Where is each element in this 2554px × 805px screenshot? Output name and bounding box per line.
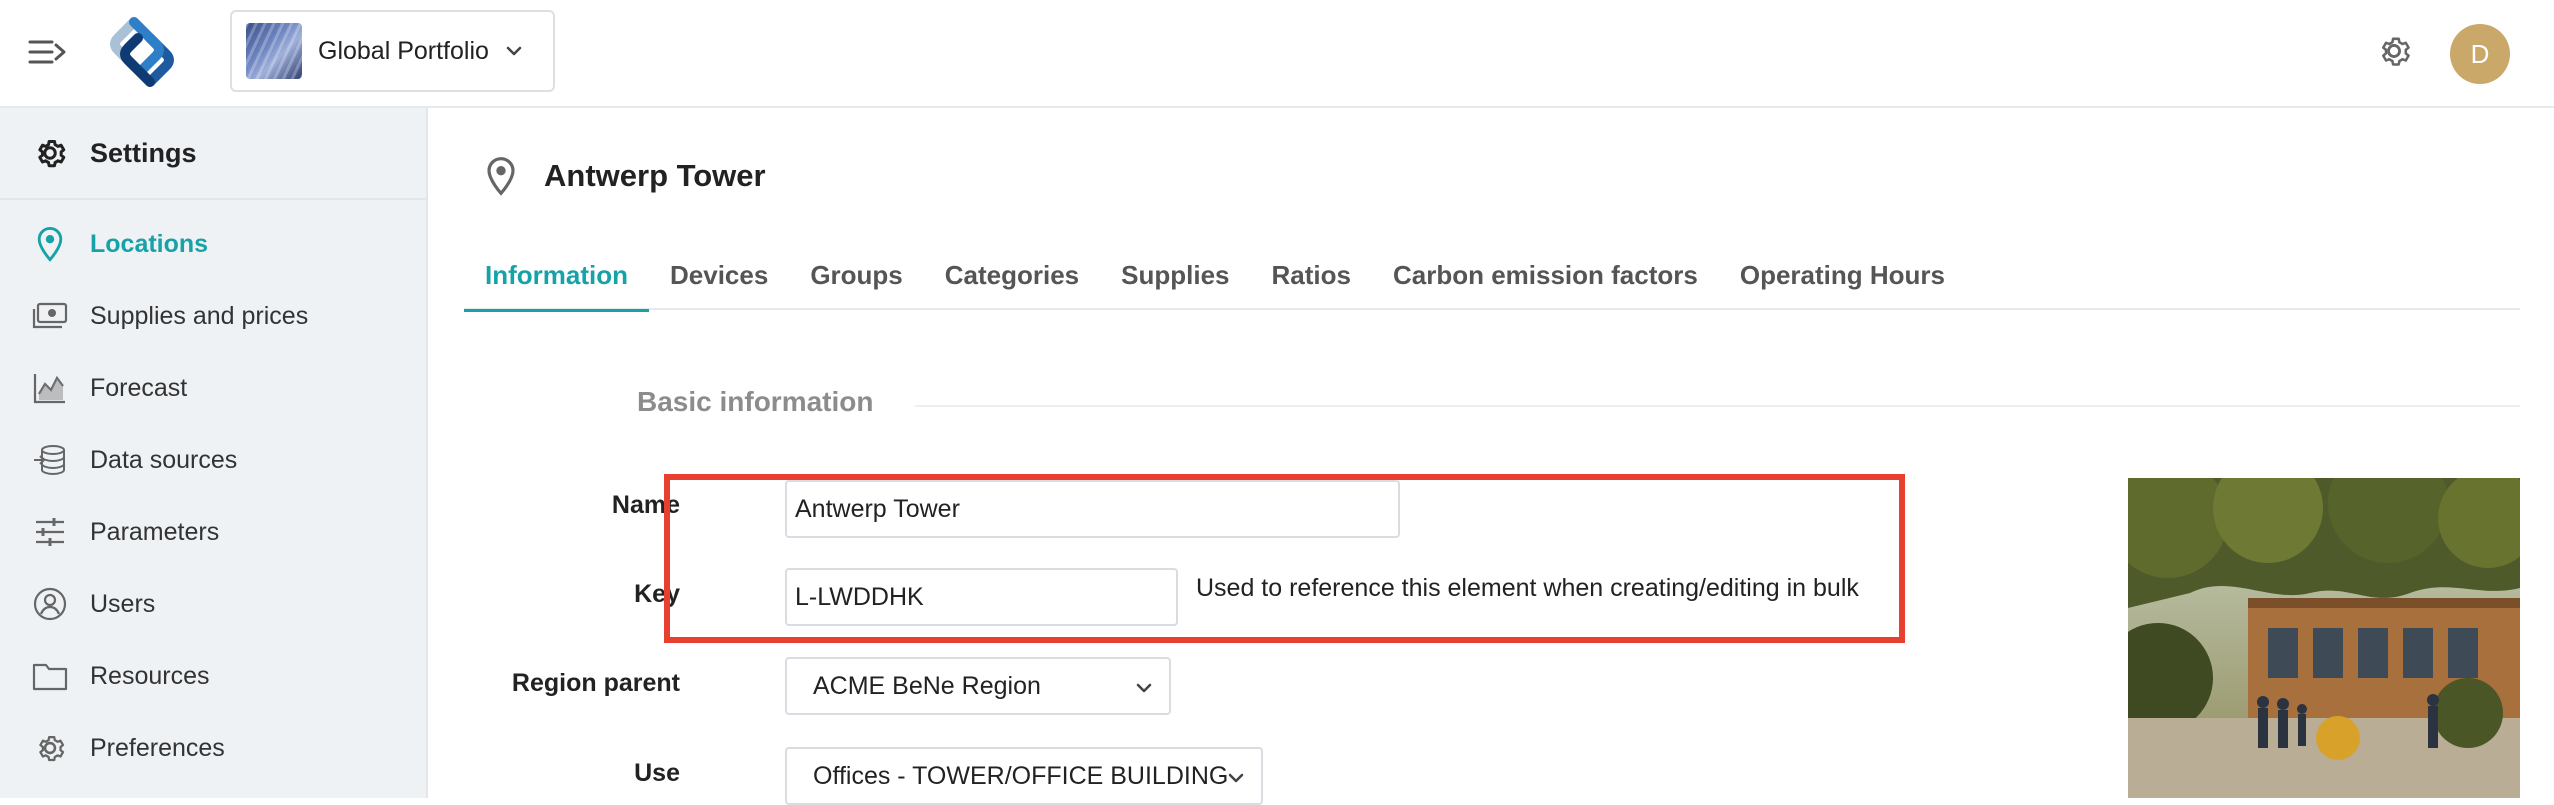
chart-icon [32,370,68,406]
sidebar-item-label: Data sources [90,445,238,474]
tab-ratios[interactable]: Ratios [1251,240,1372,310]
sidebar-item-resources[interactable]: Resources [0,640,426,712]
tab-groups[interactable]: Groups [789,240,923,310]
sidebar-item-label: Locations [90,229,209,258]
portfolio-name: Global Portfolio [318,36,489,65]
sidebar-item-label: Preferences [90,733,225,762]
sidebar-item-parameters[interactable]: Parameters [0,496,426,568]
highlight-annotation-box [664,474,1905,643]
database-icon [32,442,68,478]
sidebar: Settings Locations Supplies and prices F… [0,108,428,798]
sidebar-item-label: Resources [90,661,210,690]
gear-icon [38,139,66,168]
sidebar-item-locations[interactable]: Locations [0,208,426,280]
tab-carbon-emission-factors[interactable]: Carbon emission factors [1372,240,1719,310]
location-header: Antwerp Tower [484,156,766,196]
page-title: Antwerp Tower [544,158,766,193]
portfolio-thumbnail [246,23,302,79]
sidebar-item-label: Supplies and prices [90,301,309,330]
location-photo [2128,478,2520,798]
chevron-down-icon [1228,773,1244,783]
user-icon [32,586,68,622]
sidebar-item-users[interactable]: Users [0,568,426,640]
use-select[interactable]: Offices - TOWER/OFFICE BUILDING [785,747,1263,805]
sidebar-item-label: Forecast [90,373,188,402]
region-parent-label: Region parent [511,669,680,697]
name-label: Name [611,491,680,519]
chevron-down-icon [1136,683,1152,693]
sliders-icon [32,514,68,550]
map-pin-icon [32,226,68,262]
key-label: Key [634,580,680,608]
tab-devices[interactable]: Devices [649,240,789,310]
tab-operating-hours[interactable]: Operating Hours [1719,240,1966,310]
chevron-down-icon [506,46,522,56]
top-bar: Global Portfolio D [0,0,2554,108]
map-pin-icon [487,157,515,196]
tab-information[interactable]: Information [464,240,649,312]
sidebar-item-label: Parameters [90,517,220,546]
gear-icon [32,730,68,766]
sidebar-item-label: Users [90,589,156,618]
section-divider [915,405,2520,407]
sidebar-item-supplies[interactable]: Supplies and prices [0,280,426,352]
region-parent-select[interactable]: ACME BeNe Region [785,657,1171,715]
app-logo[interactable] [104,14,180,90]
tab-categories[interactable]: Categories [924,240,1100,310]
section-title: Basic information [637,386,874,417]
use-label: Use [634,759,680,787]
user-avatar[interactable]: D [2450,24,2510,84]
folder-icon [32,658,68,694]
use-value: Offices - TOWER/OFFICE BUILDING [813,761,1229,790]
settings-gear-icon[interactable] [2375,32,2413,70]
money-icon [32,298,68,334]
sidebar-item-forecast[interactable]: Forecast [0,352,426,424]
sidebar-item-data-sources[interactable]: Data sources [0,424,426,496]
tab-bar: Information Devices Groups Categories Su… [464,240,2520,312]
main-content: Antwerp Tower Information Devices Groups… [430,108,2554,805]
menu-toggle-icon[interactable] [28,34,68,70]
region-parent-value: ACME BeNe Region [813,671,1041,700]
portfolio-selector[interactable]: Global Portfolio [230,10,555,92]
sidebar-item-preferences[interactable]: Preferences [0,712,426,784]
tab-supplies[interactable]: Supplies [1100,240,1250,310]
sidebar-settings-label: Settings [90,137,197,168]
sidebar-settings-header: Settings [0,108,426,200]
